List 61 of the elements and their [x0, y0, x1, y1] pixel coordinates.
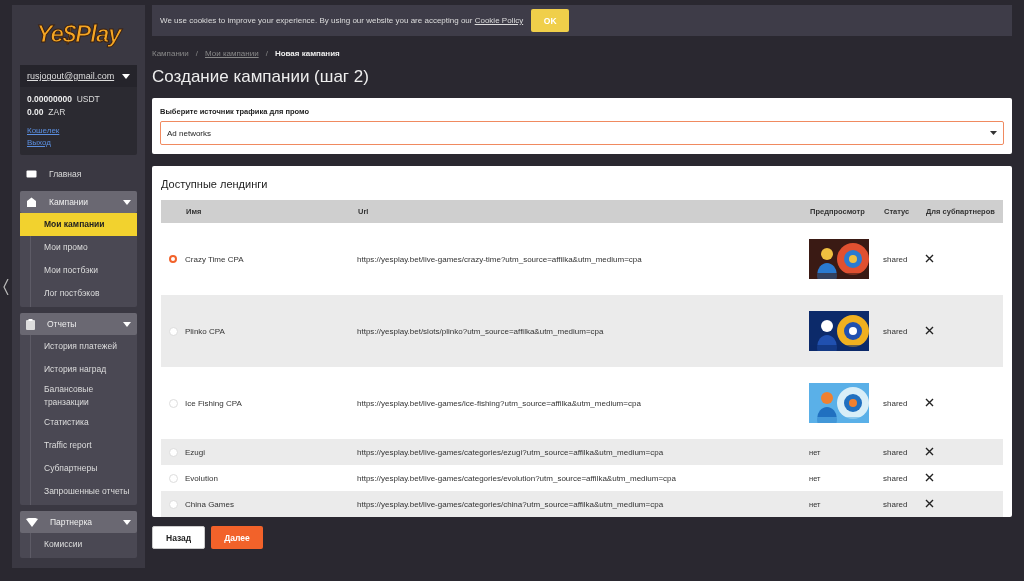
table-cell: shared [883, 439, 925, 465]
nav-item[interactable]: Комиссии [31, 533, 137, 556]
table-cell: shared [883, 295, 925, 367]
table-cell: shared [883, 491, 925, 517]
nav-group-header[interactable]: Кампании [20, 191, 137, 213]
table-cell: https://yesplay.bet/live-games/categories/evolution?utm_source=affilka&utm_medium=cpa [357, 465, 809, 491]
caret-icon [990, 131, 997, 135]
nav-group-header[interactable]: Отчеты [20, 313, 137, 335]
cookie-policy-link[interactable]: Cookie Policy [474, 16, 524, 25]
balance-text: 0.00000000 USDT [27, 93, 101, 106]
traffic-source-select[interactable]: Ad networks [160, 121, 1004, 145]
account-dropdown[interactable]: rusjogout@gmail.com [20, 65, 137, 87]
table-cell: https://yesplay.bet/slots/plinko?utm_source=affilka&utm_medium=cpa [357, 295, 809, 367]
house-icon [26, 197, 37, 207]
table-cell: https://yesplay.bet/live-games/categories/china?utm_source=affilka&utm_medium=cpa [357, 491, 809, 517]
nav-item[interactable]: Мои кампании [20, 213, 137, 236]
caret-icon [123, 321, 131, 327]
table-cell: China Games [185, 491, 357, 517]
nav-item[interactable]: История наград [31, 358, 137, 381]
monitor-icon [26, 169, 37, 179]
breadcrumb-separator: / [265, 49, 268, 58]
table-cell: Plinko CPA [185, 295, 357, 367]
nav-item[interactable]: Статистика [31, 411, 137, 434]
breadcrumb[interactable]: Кампании [152, 49, 189, 58]
page-title: Создание кампании (шаг 2) [152, 67, 370, 87]
back-button[interactable]: Назад [152, 526, 206, 549]
nav-item[interactable]: История платежей [31, 335, 137, 358]
table-cell: shared [883, 223, 925, 295]
nav-group-header[interactable]: Партнерка [20, 511, 137, 533]
table-cell: https://yesplay.bet/live-games/ice-fishing?utm_source=affilka&utm_medium=cpa [357, 367, 809, 439]
table-cell: Ice Fishing CPA [185, 367, 357, 439]
table-cell: Ezugi [185, 439, 357, 465]
table-cell: https://yesplay.bet/live-games/crazy-time?utm_source=affilka&utm_medium=cpa [357, 223, 809, 295]
nav-item[interactable]: Traffic report [31, 434, 137, 457]
table-cell: https://yesplay.bet/live-games/categories/ezugi?utm_source=affilka&utm_medium=cpa [357, 439, 809, 465]
section-title: Доступные лендинги [161, 178, 269, 190]
table-cell: Evolution [185, 465, 357, 491]
collapse-icon[interactable] [3, 279, 9, 295]
nav-item[interactable]: Мои промо [31, 236, 137, 259]
cookie-text: We use cookies to improve your experience. By using our website you are accepting our Cookie Policy [160, 16, 524, 25]
table-cell: Crazy Time CPA [185, 223, 357, 295]
breadcrumb-separator: / [195, 49, 198, 58]
radio-button[interactable] [169, 255, 177, 264]
caret-icon [123, 519, 131, 525]
table-cell: shared [883, 465, 925, 491]
logo: Ye$Play [35, 19, 124, 49]
breadcrumb[interactable]: Мои кампании [205, 49, 259, 58]
account-link[interactable]: Выход [27, 137, 51, 149]
nav-item[interactable]: Субпартнеры [31, 457, 137, 480]
breadcrumb[interactable]: Новая кампания [274, 49, 340, 58]
account-link[interactable]: Кошелек [27, 125, 60, 137]
caret-icon [123, 199, 131, 205]
clipboard-icon [26, 318, 35, 330]
table-cell: shared [883, 367, 925, 439]
nav-item[interactable]: Запрошенные отчеты [31, 480, 137, 503]
caret-icon [122, 73, 130, 79]
balance-text: 0.00 ZAR [27, 106, 67, 119]
nav-item[interactable]: Мои постбэки [31, 259, 137, 282]
nav-item[interactable]: Главная [20, 163, 137, 185]
nav-item[interactable]: Лог постбэков [31, 282, 137, 305]
nav-item[interactable]: Балансовые транзакции [31, 381, 137, 411]
